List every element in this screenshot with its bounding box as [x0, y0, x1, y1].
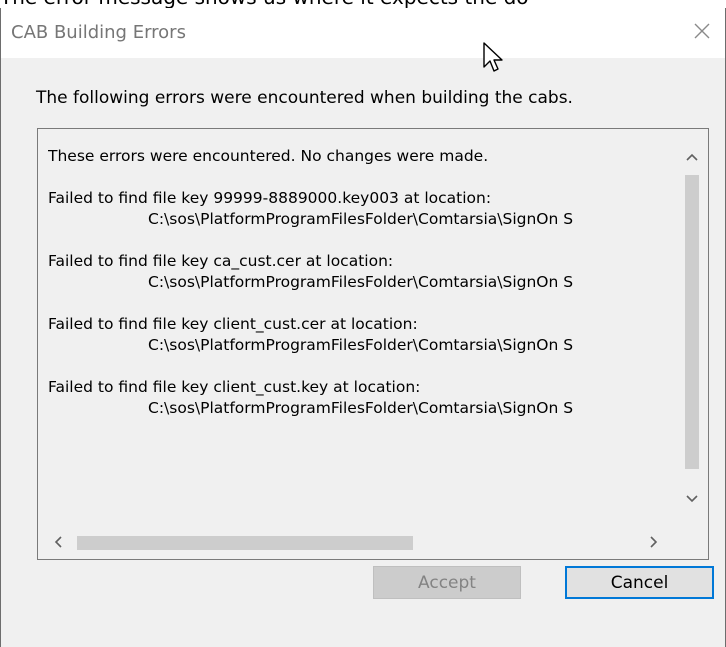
- title-bar[interactable]: CAB Building Errors: [1, 8, 725, 58]
- errors-text-box[interactable]: These errors were encountered. No change…: [37, 128, 709, 560]
- error-path-line: C:\sos\PlatformProgramFilesFolder\Comtar…: [148, 210, 574, 228]
- dialog-title: CAB Building Errors: [11, 22, 186, 43]
- accept-button[interactable]: Accept: [373, 566, 521, 599]
- error-line: Failed to find file key ca_cust.cer at l…: [48, 252, 394, 270]
- vertical-scroll-thumb[interactable]: [685, 175, 699, 469]
- cancel-button[interactable]: Cancel: [565, 566, 714, 599]
- vertical-scrollbar[interactable]: [676, 129, 708, 527]
- background-caption: The error message shows us where it expe…: [0, 0, 726, 8]
- error-line: [48, 356, 668, 377]
- scroll-up-button[interactable]: [676, 137, 708, 173]
- horizontal-scroll-thumb[interactable]: [77, 536, 413, 550]
- error-line: Failed to find file key client_cust.cer …: [48, 315, 418, 333]
- error-line: [48, 293, 668, 314]
- error-path-line: C:\sos\PlatformProgramFilesFolder\Comtar…: [148, 399, 574, 417]
- mouse-cursor-icon: [483, 42, 505, 80]
- error-line: [48, 230, 668, 251]
- horizontal-scrollbar[interactable]: [38, 526, 676, 559]
- error-line: Failed to find file key 99999-8889000.ke…: [48, 189, 492, 207]
- close-button[interactable]: [679, 8, 725, 58]
- scroll-left-icon: [54, 533, 62, 552]
- error-path-line: C:\sos\PlatformProgramFilesFolder\Comtar…: [148, 273, 574, 291]
- errors-text-content: These errors were encountered. No change…: [48, 146, 668, 526]
- dialog-message: The following errors were encountered wh…: [36, 88, 573, 108]
- error-line: These errors were encountered. No change…: [48, 147, 489, 165]
- error-path-line: C:\sos\PlatformProgramFilesFolder\Comtar…: [148, 336, 574, 354]
- scroll-right-icon: [650, 533, 658, 552]
- scroll-left-button[interactable]: [40, 526, 76, 559]
- scroll-down-icon: [686, 488, 698, 507]
- scroll-up-icon: [686, 146, 698, 165]
- error-line: [48, 167, 668, 188]
- close-icon: [693, 22, 711, 44]
- cab-building-errors-dialog: CAB Building Errors The following errors…: [0, 8, 726, 647]
- scroll-down-button[interactable]: [676, 479, 708, 515]
- scroll-right-button[interactable]: [636, 526, 672, 559]
- scrollbar-corner: [676, 526, 708, 559]
- error-line: Failed to find file key client_cust.key …: [48, 378, 421, 396]
